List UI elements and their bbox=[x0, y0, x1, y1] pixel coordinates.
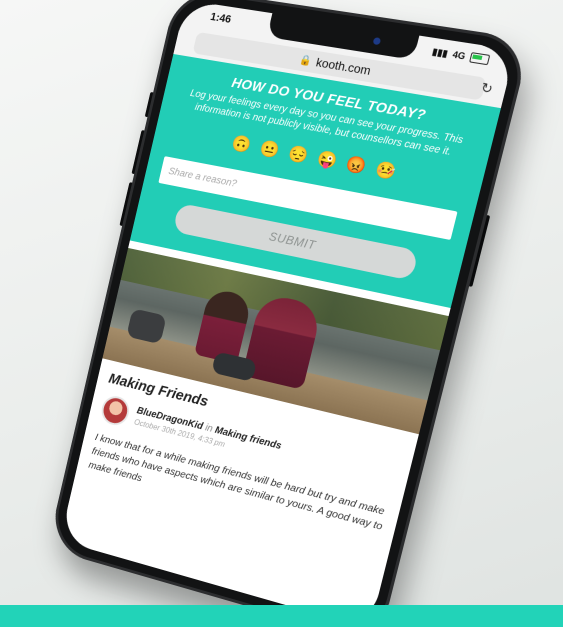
reload-icon[interactable]: ↻ bbox=[479, 80, 494, 98]
lock-icon: 🔒 bbox=[298, 54, 313, 67]
camera-icon bbox=[373, 37, 382, 45]
stage: 1:46 ▮▮▮ 4G 🔒 kooth.com ↻ HOW DO YOU FEE… bbox=[0, 0, 563, 627]
emoji-neutral-icon[interactable]: 😐 bbox=[258, 140, 281, 161]
battery-icon bbox=[469, 52, 490, 65]
emoji-angry-icon[interactable]: 😡 bbox=[344, 156, 368, 178]
bottom-accent-strip bbox=[0, 605, 563, 627]
avatar[interactable] bbox=[99, 393, 132, 428]
status-time: 1:46 bbox=[209, 11, 232, 26]
status-indicators: ▮▮▮ 4G bbox=[431, 46, 490, 66]
url-text: kooth.com bbox=[315, 55, 373, 78]
emoji-wink-tongue-icon[interactable]: 😜 bbox=[315, 150, 339, 171]
emoji-sick-icon[interactable]: 🤒 bbox=[373, 161, 397, 183]
in-word: in bbox=[204, 423, 214, 435]
phone-mockup: 1:46 ▮▮▮ 4G 🔒 kooth.com ↻ HOW DO YOU FEE… bbox=[47, 0, 531, 627]
emoji-sad-icon[interactable]: 😔 bbox=[286, 145, 309, 166]
signal-icon: ▮▮▮ bbox=[431, 46, 449, 60]
phone-screen: 1:46 ▮▮▮ 4G 🔒 kooth.com ↻ HOW DO YOU FEE… bbox=[60, 0, 516, 627]
phone-frame: 1:46 ▮▮▮ 4G 🔒 kooth.com ↻ HOW DO YOU FEE… bbox=[47, 0, 531, 627]
network-label: 4G bbox=[451, 49, 466, 61]
emoji-upside-down-icon[interactable]: 🙃 bbox=[230, 135, 253, 156]
